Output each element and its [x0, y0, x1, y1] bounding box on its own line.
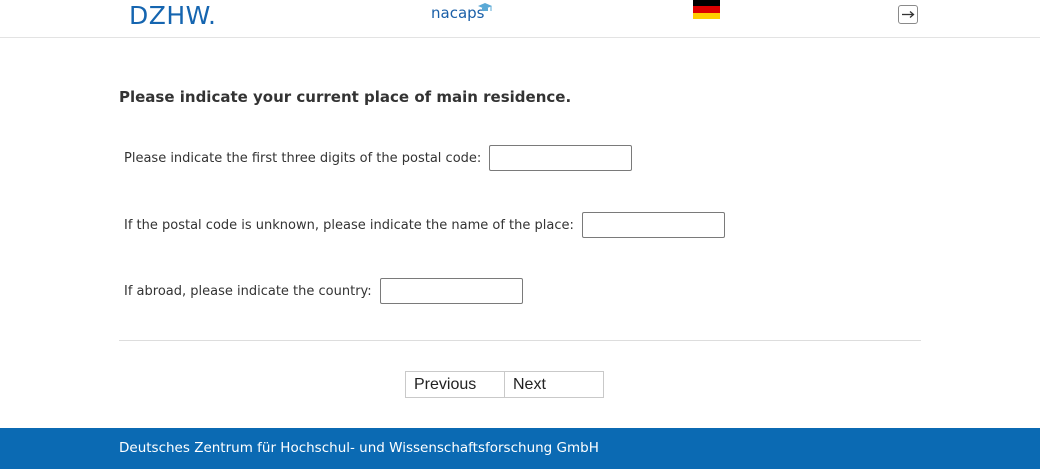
- question-title: Please indicate your current place of ma…: [119, 88, 572, 106]
- country-row: If abroad, please indicate the country:: [124, 278, 523, 304]
- country-input[interactable]: [379, 278, 523, 304]
- dzhw-logo[interactable]: DZHW.: [129, 1, 216, 30]
- postal-code-label: Please indicate the first three digits o…: [124, 150, 482, 166]
- country-label: If abroad, please indicate the country:: [124, 283, 372, 299]
- footer-bar: Deutsches Zentrum für Hochschul- und Wis…: [0, 428, 1040, 469]
- graduation-cap-icon: [478, 3, 492, 11]
- place-name-input[interactable]: [581, 212, 725, 238]
- logout-icon: [902, 11, 915, 18]
- header-bar: DZHW. nacaps: [0, 0, 1040, 38]
- logout-button[interactable]: [898, 5, 918, 24]
- place-name-label: If the postal code is unknown, please in…: [124, 217, 574, 233]
- footer-text: Deutsches Zentrum für Hochschul- und Wis…: [119, 440, 599, 456]
- place-name-row: If the postal code is unknown, please in…: [124, 212, 725, 238]
- postal-code-row: Please indicate the first three digits o…: [124, 145, 633, 171]
- nacaps-logo[interactable]: nacaps: [431, 4, 484, 22]
- next-button[interactable]: Next: [504, 371, 604, 398]
- divider: [119, 340, 921, 341]
- germany-flag[interactable]: [693, 0, 720, 19]
- previous-button[interactable]: Previous: [405, 371, 505, 398]
- postal-code-input[interactable]: [489, 145, 633, 171]
